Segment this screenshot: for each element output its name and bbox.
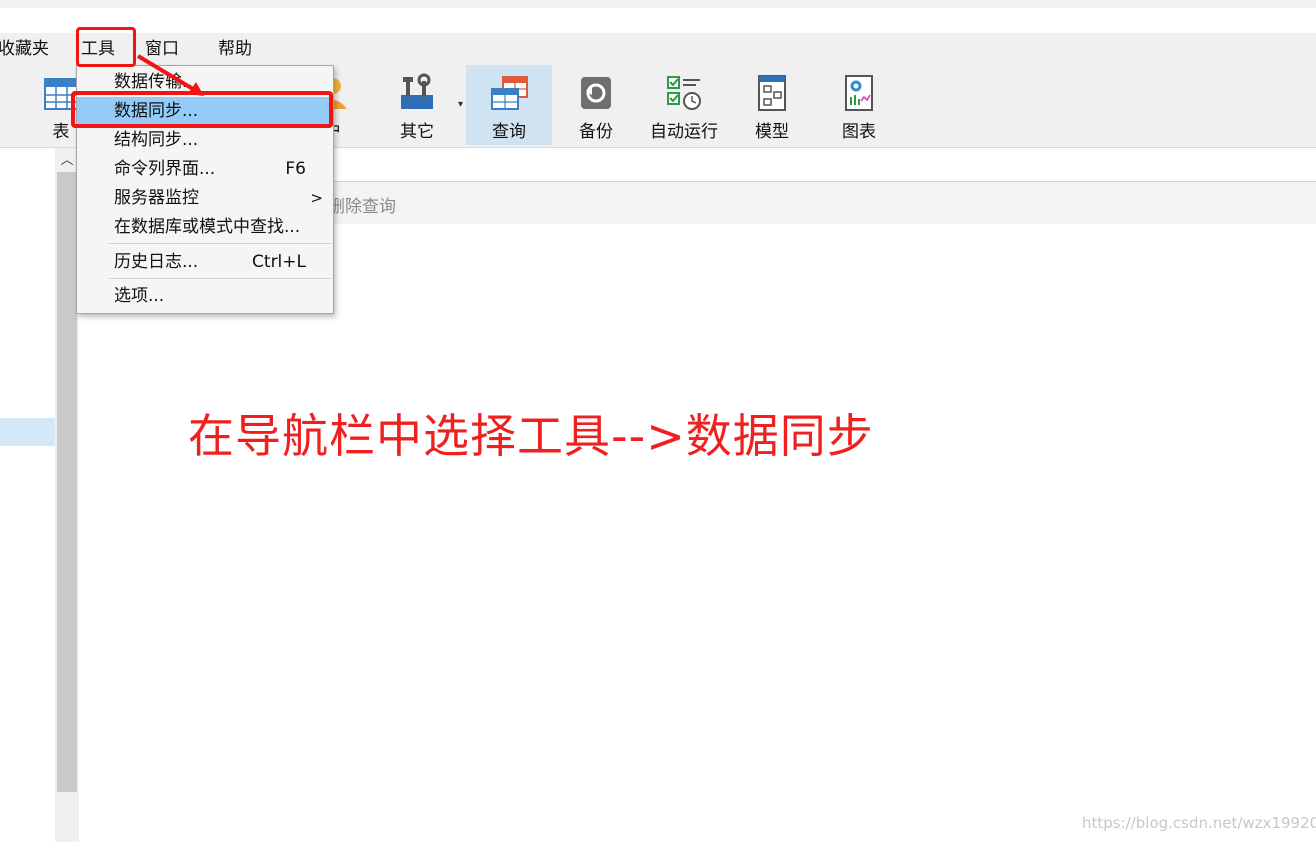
menu-item-options[interactable]: 选项...: [77, 282, 333, 311]
scroll-up-icon[interactable]: ︿: [58, 152, 76, 170]
backup-icon: [581, 77, 611, 109]
toolbar-query-label: 查询: [492, 122, 526, 142]
annotation-arrow-icon: [136, 54, 204, 96]
menu-item-label: 结构同步...: [114, 130, 199, 150]
menu-item-label: 选项...: [114, 286, 165, 306]
delete-query-button[interactable]: 删除查询: [328, 192, 396, 217]
toolbar-model-label: 模型: [755, 122, 789, 142]
menu-item-shortcut: F6: [285, 159, 306, 179]
toolbar-chart-button[interactable]: 图表: [816, 65, 902, 145]
schedule-icon: [667, 76, 701, 110]
dropdown-arrow-icon[interactable]: ▾: [458, 99, 463, 110]
chart-icon: [845, 75, 873, 111]
toolbar-chart-label: 图表: [842, 122, 876, 142]
toolbar-autorun-button[interactable]: 自动运行: [641, 65, 727, 145]
submenu-arrow-icon: >: [310, 189, 323, 207]
menu-item-label: 历史日志...: [114, 252, 199, 272]
menu-help[interactable]: 帮助: [218, 33, 252, 65]
query-icon: [491, 76, 528, 110]
toolbar-autorun-label: 自动运行: [650, 122, 718, 142]
menu-item-label: 命令列界面...: [114, 159, 216, 179]
menu-separator: [109, 243, 331, 244]
toolbar-other-button[interactable]: 其它: [374, 65, 460, 145]
watermark: https://blog.csdn.net/wzx199201: [1082, 814, 1316, 832]
toolbar-backup-label: 备份: [579, 122, 613, 142]
menu-favorites[interactable]: 收藏夹: [0, 33, 49, 65]
menu-separator: [109, 278, 331, 279]
menu-item-find-in-database[interactable]: 在数据库或模式中查找...: [77, 213, 333, 242]
menu-item-label: 服务器监控: [114, 188, 199, 208]
scrollbar-thumb[interactable]: [57, 172, 77, 792]
navigation-selected-row[interactable]: [0, 418, 55, 446]
toolbar-backup-button[interactable]: 备份: [553, 65, 639, 145]
toolbar-model-button[interactable]: 模型: [729, 65, 815, 145]
menu-item-structure-sync[interactable]: 结构同步...: [77, 126, 333, 155]
menu-item-command-line[interactable]: 命令列界面... F6: [77, 155, 333, 184]
menu-item-label: 在数据库或模式中查找...: [114, 217, 301, 237]
tools-icon: [401, 73, 433, 109]
toolbar-query-button[interactable]: 查询: [466, 65, 552, 145]
annotation-caption: 在导航栏中选择工具-->数据同步: [188, 409, 874, 463]
window-top-strip: [0, 0, 1316, 8]
model-icon: [758, 75, 786, 111]
toolbar-other-label: 其它: [400, 122, 434, 142]
annotation-box-tools: [76, 27, 136, 67]
menu-item-history-log[interactable]: 历史日志... Ctrl+L: [77, 248, 333, 277]
menu-item-shortcut: Ctrl+L: [252, 252, 306, 272]
menu-item-server-monitor[interactable]: 服务器监控 >: [77, 184, 333, 213]
